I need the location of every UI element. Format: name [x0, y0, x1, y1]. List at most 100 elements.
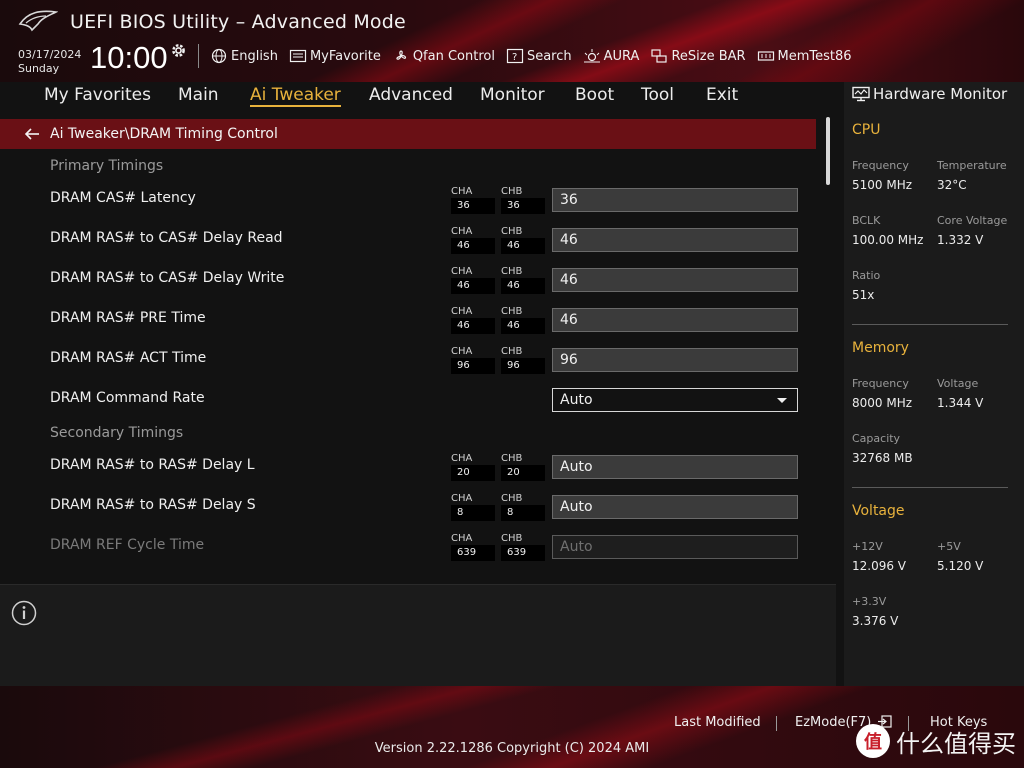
qfan-control-button[interactable]: Qfan Control [392, 48, 495, 64]
resize-bar-label: ReSize BAR [671, 48, 746, 64]
watermark-logo: 值 什么值得买 [852, 722, 1022, 762]
ras-act-time-input[interactable]: 96 [552, 348, 798, 372]
row-label-rrd-l[interactable]: DRAM RAS# to RAS# Delay L [50, 457, 255, 473]
header-divider [198, 44, 199, 68]
divider [852, 324, 1008, 325]
core-voltage-value: 1.332 V [937, 233, 984, 247]
chb-label: CHB [501, 186, 523, 197]
toolbar: English MyFavorite Qfan Control ? Search… [210, 46, 863, 66]
help-info-panel [0, 584, 836, 686]
chb-value: 46 [501, 318, 545, 334]
v12-label: +12V [852, 540, 883, 553]
memtest86-button[interactable]: MemTest86 [757, 48, 852, 64]
ref-cycle-time-input: Auto [552, 535, 798, 559]
cha-indicator: CHA 20 [451, 452, 495, 481]
bclk-value: 100.00 MHz [852, 233, 924, 247]
bclk-label: BCLK [852, 214, 881, 227]
ratio-label: Ratio [852, 269, 881, 282]
aura-button[interactable]: AURA [583, 48, 640, 64]
cha-label: CHA [451, 186, 473, 197]
myfavorite-button[interactable]: MyFavorite [289, 48, 381, 64]
cha-indicator: CHA 46 [451, 305, 495, 334]
cpu-temperature-label: Temperature [937, 159, 1007, 172]
monitor-icon [852, 86, 870, 102]
date-display: 03/17/2024 [18, 48, 82, 61]
gear-icon[interactable] [170, 42, 187, 59]
row-label-ras-act-time[interactable]: DRAM RAS# ACT Time [50, 350, 206, 366]
memtest86-label: MemTest86 [777, 48, 852, 64]
resize-bar-button[interactable]: ReSize BAR [650, 48, 746, 64]
cas-latency-input[interactable]: 36 [552, 188, 798, 212]
cpu-frequency-value: 5100 MHz [852, 178, 913, 192]
tab-my-favorites[interactable]: My Favorites [44, 85, 151, 105]
last-modified-button[interactable]: Last Modified [674, 715, 761, 730]
language-label: English [231, 48, 278, 64]
breadcrumb[interactable]: Ai Tweaker\DRAM Timing Control [0, 119, 816, 149]
chb-value: 46 [501, 278, 545, 294]
tab-monitor[interactable]: Monitor [480, 85, 545, 105]
ras-cas-write-input[interactable]: 46 [552, 268, 798, 292]
chb-value: 36 [501, 198, 545, 214]
memory-frequency-value: 8000 MHz [852, 396, 913, 410]
tab-exit[interactable]: Exit [706, 85, 738, 105]
chb-label: CHB [501, 346, 523, 357]
tab-ai-tweaker[interactable]: Ai Tweaker [250, 85, 341, 107]
cha-value: 96 [451, 358, 495, 374]
search-button[interactable]: ? Search [506, 48, 572, 64]
row-label-rrd-s[interactable]: DRAM RAS# to RAS# Delay S [50, 497, 256, 513]
footer-divider [776, 716, 777, 731]
cha-indicator: CHA 46 [451, 225, 495, 254]
watermark-text: 什么值得买 [896, 730, 1016, 758]
cha-value: 639 [451, 545, 495, 561]
chevron-down-icon [777, 398, 787, 403]
cha-indicator: CHA 46 [451, 265, 495, 294]
row-label-ras-pre-time[interactable]: DRAM RAS# PRE Time [50, 310, 206, 326]
day-display: Sunday [18, 62, 60, 75]
v12-value: 12.096 V [852, 559, 907, 573]
tab-boot[interactable]: Boot [575, 85, 614, 105]
primary-timings-heading: Primary Timings [50, 158, 164, 174]
capacity-label: Capacity [852, 432, 901, 445]
favorite-icon [289, 49, 307, 63]
rrd-l-input[interactable]: Auto [552, 455, 798, 479]
cha-value: 46 [451, 278, 495, 294]
row-label-ras-cas-read[interactable]: DRAM RAS# to CAS# Delay Read [50, 230, 283, 246]
row-label-command-rate[interactable]: DRAM Command Rate [50, 390, 205, 406]
row-label-ras-cas-write[interactable]: DRAM RAS# to CAS# Delay Write [50, 270, 284, 286]
ras-cas-read-input[interactable]: 46 [552, 228, 798, 252]
breadcrumb-path: Ai Tweaker\DRAM Timing Control [50, 126, 278, 142]
cha-value: 36 [451, 198, 495, 214]
cha-value: 20 [451, 465, 495, 481]
aura-label: AURA [603, 48, 640, 64]
cha-indicator: CHA 8 [451, 492, 495, 521]
chb-value: 46 [501, 238, 545, 254]
cha-value: 46 [451, 318, 495, 334]
back-arrow-icon[interactable] [24, 127, 40, 141]
chb-indicator: CHB 639 [501, 532, 545, 561]
row-label-cas-latency[interactable]: DRAM CAS# Latency [50, 190, 196, 206]
tab-main[interactable]: Main [178, 85, 219, 105]
scrollbar[interactable] [826, 117, 830, 185]
chb-indicator: CHB 8 [501, 492, 545, 521]
rrd-s-input[interactable]: Auto [552, 495, 798, 519]
chb-indicator: CHB 20 [501, 452, 545, 481]
tab-tool[interactable]: Tool [641, 85, 674, 105]
memory-voltage-label: Voltage [937, 377, 979, 390]
info-icon [11, 600, 37, 626]
chb-value: 96 [501, 358, 545, 374]
cha-label: CHA [451, 453, 473, 464]
cha-label: CHA [451, 533, 473, 544]
chb-label: CHB [501, 266, 523, 277]
language-button[interactable]: English [210, 48, 278, 64]
qfan-control-label: Qfan Control [412, 48, 495, 64]
hardware-monitor-label: Hardware Monitor [873, 85, 1008, 103]
chb-label: CHB [501, 533, 523, 544]
resize-bar-icon [651, 49, 668, 63]
divider [852, 487, 1008, 488]
aura-icon [583, 49, 600, 63]
chb-indicator: CHB 36 [501, 185, 545, 214]
ras-pre-time-input[interactable]: 46 [552, 308, 798, 332]
core-voltage-label: Core Voltage [937, 214, 1008, 227]
tab-advanced[interactable]: Advanced [369, 85, 453, 105]
command-rate-select[interactable]: Auto [552, 388, 798, 412]
